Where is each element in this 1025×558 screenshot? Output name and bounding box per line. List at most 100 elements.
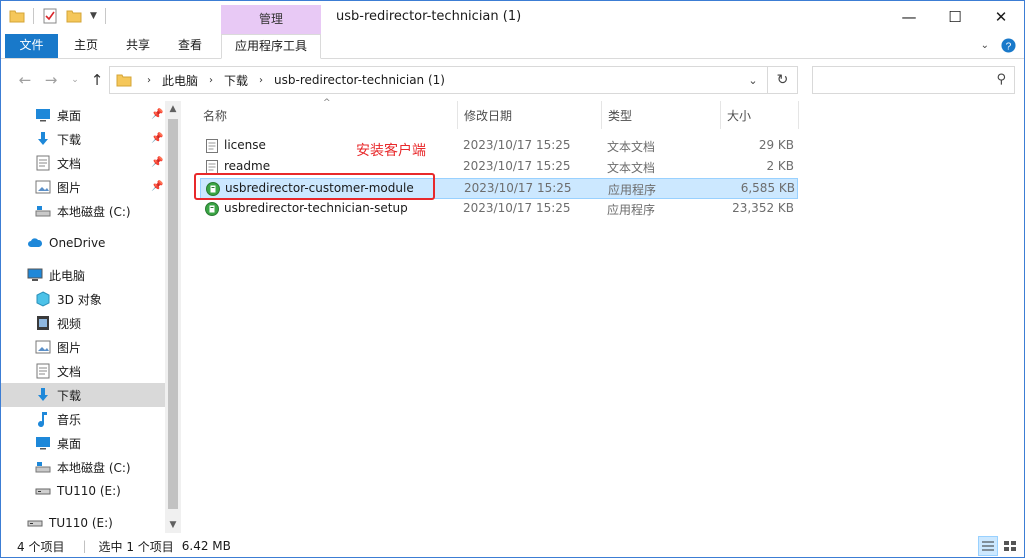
column-header-type[interactable]: 类型 [601,101,720,129]
breadcrumb-current-folder[interactable]: usb-redirector-technician (1) [274,73,445,87]
nav-item-label: 桌面 [57,108,82,123]
nav-item-label: TU110 (E:) [49,516,113,530]
status-divider: | [82,539,87,553]
expand-ribbon-icon[interactable]: ⌄ [981,40,989,51]
nav-item-3d-objects[interactable]: 3D 对象 [1,287,165,311]
file-size: 6,585 KB [740,181,795,195]
nav-item-local-disk-c-pc[interactable]: 本地磁盘 (C:) [1,455,165,479]
desktop-icon [35,435,51,451]
nav-item-label: 下载 [57,132,82,147]
usb-drive-icon [27,515,43,531]
nav-item-onedrive[interactable]: OneDrive [1,231,165,255]
pin-icon[interactable]: 📌 [151,109,163,120]
folder-icon [9,10,25,23]
pictures-icon [35,339,51,355]
maximize-button[interactable]: ☐ [932,1,978,33]
nav-item-videos[interactable]: 视频 [1,311,165,335]
back-button[interactable]: ← [15,70,35,90]
nav-item-label: 图片 [57,180,82,195]
ribbon-tabs: 文件 主页 共享 查看 应用程序工具 ⌄ ? [1,34,1024,59]
breadcrumb-this-pc[interactable]: 此电脑 [162,72,198,89]
quick-access-toolbar: ▼ [9,8,106,24]
scroll-thumb[interactable] [168,119,178,509]
file-size: 2 KB [766,159,794,173]
pictures-icon [35,179,51,195]
pin-icon[interactable]: 📌 [151,157,163,168]
scroll-down-icon[interactable]: ▼ [165,517,181,533]
tab-file[interactable]: 文件 [5,34,58,58]
large-icons-view-button[interactable] [1000,536,1020,556]
nav-item-documents[interactable]: 文档 📌 [1,151,165,175]
desktop-icon [35,107,51,123]
up-button[interactable]: ↑ [87,70,107,90]
nav-item-documents-pc[interactable]: 文档 [1,359,165,383]
nav-item-tu110-e-root[interactable]: TU110 (E:) [1,511,165,533]
nav-item-label: 此电脑 [49,268,86,283]
nav-item-tu110-e[interactable]: TU110 (E:) [1,479,165,503]
tab-view[interactable]: 查看 [167,34,213,58]
tab-share[interactable]: 共享 [115,34,161,58]
nav-item-label: 音乐 [57,412,82,427]
file-row-technician-setup[interactable]: usbredirector-technician-setup 2023/10/1… [200,199,798,220]
nav-scrollbar[interactable]: ▲ ▼ [165,101,181,533]
nav-item-desktop[interactable]: 桌面 📌 [1,103,165,127]
file-date: 2023/10/17 15:25 [463,138,571,152]
computer-icon [27,267,43,283]
pin-icon[interactable]: 📌 [151,133,163,144]
nav-item-downloads-pc[interactable]: 下载 [1,383,165,407]
nav-item-pictures[interactable]: 图片 📌 [1,175,165,199]
nav-item-pictures-pc[interactable]: 图片 [1,335,165,359]
search-icon: ⚲ [996,72,1006,87]
minimize-button[interactable]: — [886,1,932,33]
file-row-license[interactable]: license 2023/10/17 15:25 文本文档 29 KB [200,136,798,157]
nav-item-this-pc[interactable]: 此电脑 [1,263,165,287]
chevron-right-icon: › [259,74,264,86]
nav-item-label: OneDrive [49,236,106,250]
nav-item-music[interactable]: 音乐 [1,407,165,431]
scroll-up-icon[interactable]: ▲ [165,101,181,117]
forward-button[interactable]: → [41,70,61,90]
music-icon [35,411,51,427]
column-header-name[interactable]: 名称 [196,101,456,129]
file-list: ^ 名称 修改日期 类型 大小 license 2023/10/17 15:25… [196,98,1024,533]
toolbar-separator [33,8,34,24]
close-button[interactable]: ✕ [978,1,1024,33]
download-icon [35,387,51,403]
text-file-icon [206,139,218,153]
column-header-date[interactable]: 修改日期 [457,101,601,129]
address-bar[interactable]: › 此电脑 › 下载 › usb-redirector-technician (… [109,66,798,94]
properties-icon[interactable] [42,8,58,24]
search-input[interactable]: ⚲ [812,66,1015,94]
nav-item-label: 本地磁盘 (C:) [57,204,131,219]
pin-icon[interactable]: 📌 [151,181,163,192]
column-divider[interactable] [798,101,799,129]
tab-application-tools[interactable]: 应用程序工具 [221,34,321,59]
drive-icon [35,459,51,475]
help-icon[interactable]: ? [1001,38,1016,53]
new-folder-icon[interactable] [66,8,82,24]
annotation-label: 安装客户端 [356,143,426,159]
breadcrumb-downloads[interactable]: 下载 [224,72,248,89]
nav-item-local-disk-c[interactable]: 本地磁盘 (C:) [1,199,165,223]
file-name: license [224,138,266,152]
file-type: 应用程序 [607,203,656,217]
address-dropdown-button[interactable]: ⌄ [745,71,761,89]
column-header-size[interactable]: 大小 [720,101,798,129]
navigation-pane: 桌面 📌 下载 📌 文档 📌 图片 📌 本地磁盘 (C:) OneDrive 此… [1,101,181,533]
nav-item-label: 本地磁盘 (C:) [57,460,131,475]
nav-item-label: 文档 [57,364,82,379]
tab-home[interactable]: 主页 [63,34,109,58]
nav-item-label: 3D 对象 [57,292,102,307]
chevron-right-icon: › [147,74,151,86]
nav-item-downloads[interactable]: 下载 📌 [1,127,165,151]
nav-item-label: 图片 [57,340,82,355]
file-name: usbredirector-technician-setup [224,201,408,215]
videos-icon [35,315,51,331]
recent-locations-button[interactable]: ⌄ [65,70,85,90]
details-view-button[interactable] [978,536,998,556]
customize-toolbar-icon[interactable]: ▼ [90,11,97,21]
refresh-button[interactable]: ↻ [767,67,797,93]
file-date: 2023/10/17 15:25 [464,181,572,195]
nav-item-desktop-pc[interactable]: 桌面 [1,431,165,455]
status-size: 6.42 MB [181,539,231,553]
